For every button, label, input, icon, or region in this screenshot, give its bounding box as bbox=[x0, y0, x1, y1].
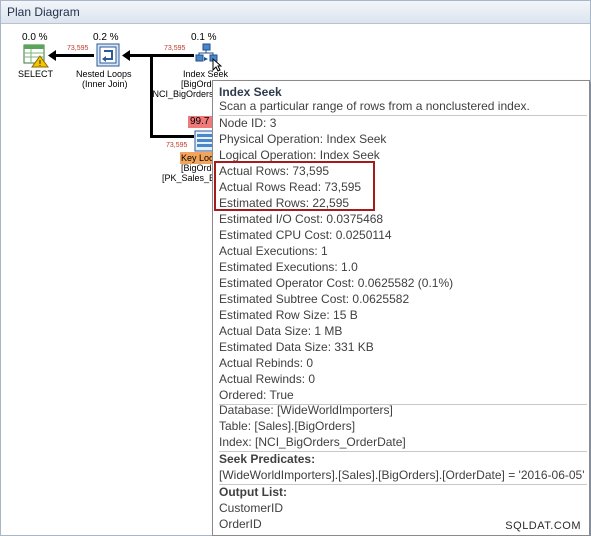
index-seek-label-1: Index Seek bbox=[183, 69, 229, 79]
tooltip-property: Table: [Sales].[BigOrders] bbox=[219, 419, 356, 433]
tooltip-property: Estimated Row Size: 15 B bbox=[219, 308, 358, 322]
edge-row-count: 73,595 bbox=[67, 45, 89, 52]
tooltip-property: Logical Operation: Index Seek bbox=[219, 148, 380, 162]
edge-key-lookup-horizontal bbox=[150, 135, 194, 138]
tooltip-property: Estimated CPU Cost: 0.0250114 bbox=[219, 228, 392, 242]
tooltip-property: Estimated Subtree Cost: 0.0625582 bbox=[219, 292, 410, 306]
rows-highlight-box bbox=[214, 161, 375, 211]
tooltip-property: Actual Executions: 1 bbox=[219, 244, 328, 258]
tooltip-property: Actual Rewinds: 0 bbox=[219, 372, 316, 386]
output-list-header: Output List: bbox=[219, 485, 287, 499]
edge-select bbox=[50, 54, 94, 57]
panel-title: Plan Diagram bbox=[7, 5, 80, 19]
select-label: SELECT bbox=[18, 69, 54, 79]
nested-loops-label-2: (Inner Join) bbox=[82, 79, 128, 89]
tooltip-property: Node ID: 3 bbox=[219, 116, 277, 130]
index-seek-percent: 0.1 % bbox=[191, 32, 217, 43]
tooltip-property: Physical Operation: Index Seek bbox=[219, 132, 387, 146]
tooltip-property: Ordered: True bbox=[219, 388, 294, 402]
tooltip-property: Database: [WideWorldImporters] bbox=[219, 403, 393, 417]
nested-loops-label-1: Nested Loops bbox=[76, 69, 132, 79]
svg-text:!: ! bbox=[38, 59, 41, 68]
select-percent: 0.0 % bbox=[22, 32, 48, 43]
operator-tooltip: Index Seek Scan a particular range of ro… bbox=[212, 80, 590, 536]
nested-loops-icon[interactable] bbox=[96, 43, 120, 72]
edge-row-count: 73,595 bbox=[164, 45, 186, 52]
index-seek-label-3: [NCI_BigOrders_ bbox=[150, 89, 219, 99]
edge-row-count: 73,595 bbox=[166, 142, 188, 149]
arrow-left-icon bbox=[48, 50, 56, 61]
tooltip-property: Actual Rebinds: 0 bbox=[219, 356, 314, 370]
tooltip-property: Estimated Operator Cost: 0.0625582 (0.1%… bbox=[219, 276, 454, 290]
nested-loops-percent: 0.2 % bbox=[93, 32, 119, 43]
panel-header: Plan Diagram bbox=[1, 1, 590, 24]
tooltip-property: Estimated I/O Cost: 0.0375468 bbox=[219, 212, 384, 226]
output-list-item: CustomerID bbox=[219, 501, 284, 515]
seek-predicates-value: [WideWorldImporters].[Sales].[BigOrders]… bbox=[219, 468, 585, 482]
tooltip-description: Scan a particular range of rows from a n… bbox=[219, 99, 530, 113]
watermark: SQLDAT.COM bbox=[505, 520, 581, 532]
tooltip-property: Estimated Data Size: 331 KB bbox=[219, 340, 374, 354]
edge-index-seek bbox=[124, 54, 194, 57]
seek-predicates-header: Seek Predicates: bbox=[219, 452, 316, 466]
tooltip-property: Actual Data Size: 1 MB bbox=[219, 324, 343, 338]
tooltip-property: Index: [NCI_BigOrders_OrderDate] bbox=[219, 435, 406, 449]
tooltip-title: Index Seek bbox=[219, 85, 282, 99]
tooltip-property: Estimated Executions: 1.0 bbox=[219, 260, 358, 274]
arrow-left-icon bbox=[122, 50, 130, 61]
output-list-item: OrderID bbox=[219, 517, 262, 531]
